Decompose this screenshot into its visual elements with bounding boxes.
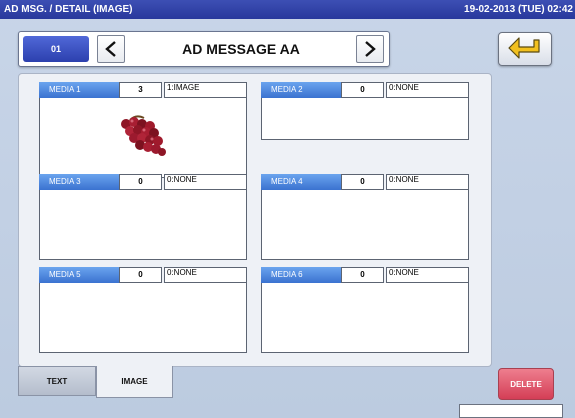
media-type: 0:NONE bbox=[386, 174, 469, 190]
media-slot-header: MEDIA 1 3 1:IMAGE bbox=[39, 82, 247, 98]
media-label: MEDIA 5 bbox=[39, 267, 119, 283]
message-nav-bar: 01 AD MESSAGE AA bbox=[18, 31, 390, 67]
screen-title: AD MSG. / DETAIL (IMAGE) bbox=[4, 4, 133, 15]
media-label: MEDIA 6 bbox=[261, 267, 341, 283]
media-preview bbox=[39, 190, 247, 260]
media-count: 0 bbox=[341, 174, 384, 190]
media-slot-3[interactable]: MEDIA 3 0 0:NONE bbox=[39, 174, 247, 260]
media-slot-header: MEDIA 6 0 0:NONE bbox=[261, 267, 469, 283]
media-panel: MEDIA 1 3 1:IMAGE MEDIA 2 0 0:NONE MEDIA… bbox=[18, 73, 492, 367]
media-count: 0 bbox=[341, 82, 384, 98]
media-count: 0 bbox=[119, 267, 162, 283]
date-time: 19-02-2013 (TUE) 02:42 bbox=[464, 4, 573, 15]
media-label: MEDIA 2 bbox=[261, 82, 341, 98]
media-label: MEDIA 1 bbox=[39, 82, 119, 98]
chevron-left-icon bbox=[105, 41, 116, 57]
media-preview bbox=[39, 283, 247, 353]
media-label: MEDIA 4 bbox=[261, 174, 341, 190]
media-count: 3 bbox=[119, 82, 162, 98]
media-count: 0 bbox=[341, 267, 384, 283]
grapes-image bbox=[121, 115, 166, 156]
back-button[interactable] bbox=[498, 32, 552, 66]
media-slot-4[interactable]: MEDIA 4 0 0:NONE bbox=[261, 174, 469, 260]
chevron-right-icon bbox=[365, 41, 376, 57]
media-slot-5[interactable]: MEDIA 5 0 0:NONE bbox=[39, 267, 247, 353]
media-type: 0:NONE bbox=[164, 267, 247, 283]
media-slot-header: MEDIA 3 0 0:NONE bbox=[39, 174, 247, 190]
return-arrow-icon bbox=[508, 37, 540, 59]
media-slot-1[interactable]: MEDIA 1 3 1:IMAGE bbox=[39, 82, 247, 178]
media-slot-2[interactable]: MEDIA 2 0 0:NONE bbox=[261, 82, 469, 164]
media-type: 0:NONE bbox=[164, 174, 247, 190]
media-type: 0:NONE bbox=[386, 82, 469, 98]
media-slot-header: MEDIA 5 0 0:NONE bbox=[39, 267, 247, 283]
media-type: 0:NONE bbox=[386, 267, 469, 283]
delete-button[interactable]: DELETE bbox=[498, 368, 554, 400]
media-preview bbox=[261, 98, 469, 140]
previous-message-button[interactable] bbox=[97, 35, 125, 63]
media-label: MEDIA 3 bbox=[39, 174, 119, 190]
media-count: 0 bbox=[119, 174, 162, 190]
tab-image[interactable]: IMAGE bbox=[96, 366, 173, 398]
media-preview bbox=[39, 98, 247, 178]
media-preview bbox=[261, 190, 469, 260]
title-bar: AD MSG. / DETAIL (IMAGE) 19-02-2013 (TUE… bbox=[0, 0, 575, 19]
next-message-button[interactable] bbox=[356, 35, 384, 63]
media-slot-header: MEDIA 4 0 0:NONE bbox=[261, 174, 469, 190]
media-type: 1:IMAGE bbox=[164, 82, 247, 98]
media-preview bbox=[261, 283, 469, 353]
tab-text[interactable]: TEXT bbox=[18, 366, 96, 396]
media-slot-6[interactable]: MEDIA 6 0 0:NONE bbox=[261, 267, 469, 353]
message-number-button[interactable]: 01 bbox=[23, 36, 89, 62]
media-slot-header: MEDIA 2 0 0:NONE bbox=[261, 82, 469, 98]
bottom-input-field[interactable] bbox=[459, 404, 563, 418]
message-name: AD MESSAGE AA bbox=[182, 41, 300, 57]
